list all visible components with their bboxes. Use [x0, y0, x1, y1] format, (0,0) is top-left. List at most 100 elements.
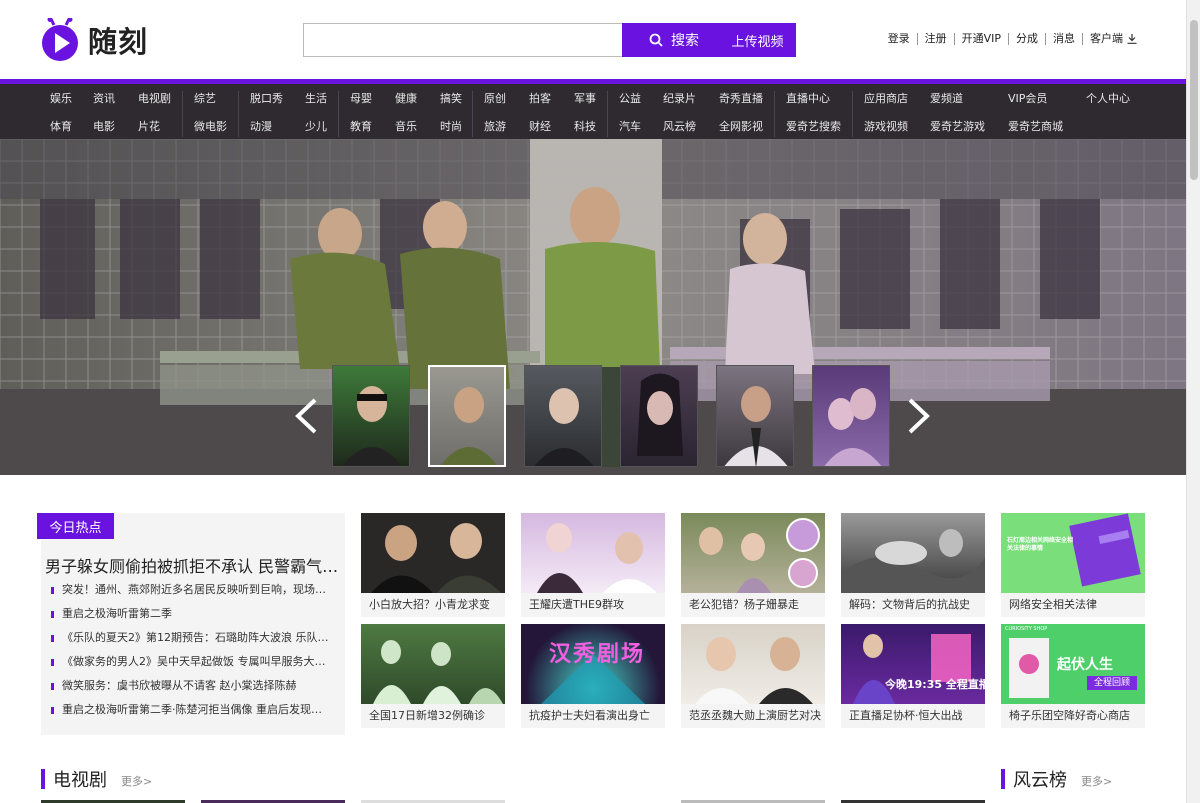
- nav-item[interactable]: 电影: [93, 118, 115, 134]
- nav-item[interactable]: 纪录片: [663, 90, 696, 106]
- video-thumbnail: [521, 513, 665, 593]
- banner-prev-arrow[interactable]: [293, 397, 319, 439]
- video-card[interactable]: 解码：文物背后的抗战史: [841, 513, 985, 617]
- page-scrollbar[interactable]: [1186, 0, 1200, 803]
- video-card[interactable]: 王耀庆遭THE9群攻: [521, 513, 665, 617]
- nav-separator: [607, 91, 608, 137]
- nav-item[interactable]: 拍客: [529, 90, 551, 106]
- nav-item[interactable]: 动漫: [250, 118, 272, 134]
- banner-thumb[interactable]: [524, 365, 602, 467]
- nav-item[interactable]: 电视剧: [138, 90, 171, 106]
- hot-headline[interactable]: 男子躲女厕偷拍被抓拒不承认 民警霸气…: [45, 553, 341, 577]
- nav-item[interactable]: 爱奇艺商城: [1008, 118, 1063, 134]
- nav-item[interactable]: 微电影: [194, 118, 227, 134]
- banner-thumb[interactable]: [716, 365, 794, 467]
- site-logo[interactable]: 随刻: [40, 16, 148, 64]
- card5-art-text: 石灯周边相关网络安全相关法律的事情: [1007, 537, 1074, 552]
- hot-list-item[interactable]: 重启之极海听雷第二季·陈楚河拒当偶像 重启后发现…: [51, 703, 341, 727]
- video-caption: 解码：文物背后的抗战史: [841, 593, 985, 617]
- video-caption: 全国17日新增32例确诊: [361, 704, 505, 728]
- hot-list-item[interactable]: 《做家务的男人2》吴中天早起做饭 专属叫早服务大…: [51, 655, 341, 679]
- nav-item[interactable]: 搞笑: [440, 90, 462, 106]
- nav-separator: [238, 91, 239, 137]
- search-button[interactable]: 搜索: [622, 23, 726, 57]
- nav-item[interactable]: 教育: [350, 118, 372, 134]
- nav-item[interactable]: 公益: [619, 90, 641, 106]
- nav-item[interactable]: VIP会员: [1008, 90, 1047, 106]
- register-link[interactable]: 注册: [916, 33, 954, 45]
- video-card[interactable]: 全国17日新增32例确诊: [361, 624, 505, 728]
- nav-item[interactable]: 爱奇艺搜索: [786, 118, 841, 134]
- banner-thumb-active[interactable]: [428, 365, 506, 467]
- nav-item[interactable]: 母婴: [350, 90, 372, 106]
- hot-list-item[interactable]: 突发！通州、燕郊附近多名居民反映听到巨响，现场…: [51, 583, 341, 607]
- nav-item[interactable]: 音乐: [395, 118, 417, 134]
- video-card[interactable]: 石灯周边相关网络安全相关法律的事情 网络安全相关法律: [1001, 513, 1145, 617]
- nav-item[interactable]: 爱频道: [930, 90, 963, 106]
- video-card[interactable]: 汉秀剧场 抗疫护士夫妇看演出身亡: [521, 624, 665, 728]
- hot-news-panel: 今日热点 男子躲女厕偷拍被抓拒不承认 民警霸气… 突发！通州、燕郊附近多名居民反…: [37, 513, 345, 735]
- nav-item[interactable]: 时尚: [440, 118, 462, 134]
- nav-item[interactable]: 科技: [574, 118, 596, 134]
- video-card[interactable]: 范丞丞魏大勋上演厨艺对决: [681, 624, 825, 728]
- nav-item[interactable]: 旅游: [484, 118, 506, 134]
- video-card[interactable]: 老公犯错？杨子姗暴走: [681, 513, 825, 617]
- nav-item[interactable]: 汽车: [619, 118, 641, 134]
- banner-thumb[interactable]: [812, 365, 890, 467]
- video-thumbnail: 今晚19:35 全程直播: [841, 624, 985, 704]
- nav-item[interactable]: 资讯: [93, 90, 115, 106]
- nav-item[interactable]: 体育: [50, 118, 72, 134]
- nav-item[interactable]: 生活: [305, 90, 327, 106]
- video-thumbnail: [361, 513, 505, 593]
- nav-item[interactable]: 脱口秀: [250, 90, 283, 106]
- nav-item[interactable]: 风云榜: [663, 118, 696, 134]
- nav-item[interactable]: 军事: [574, 90, 596, 106]
- banner-thumb[interactable]: [620, 365, 698, 467]
- nav-item[interactable]: 娱乐: [50, 90, 72, 106]
- video-card[interactable]: 今晚19:35 全程直播 正直播足协杯·恒大出战: [841, 624, 985, 728]
- site-header: 随刻 搜索 上传视频 登录 注册 开通VIP 分成 消息 客户端: [0, 0, 1186, 80]
- nav-item[interactable]: 少儿: [305, 118, 327, 134]
- hero-banner[interactable]: [0, 139, 1186, 475]
- tv-section-title: 电视剧: [53, 770, 107, 791]
- scrollbar-thumb[interactable]: [1190, 20, 1198, 180]
- video-thumbnail: 石灯周边相关网络安全相关法律的事情: [1001, 513, 1145, 593]
- hot-list-item[interactable]: 微笑服务：虞书欣被曝从不请客 赵小棠选择陈赫: [51, 679, 341, 703]
- tv-section-header: 电视剧 更多>: [41, 766, 152, 792]
- login-link[interactable]: 登录: [881, 33, 917, 45]
- nav-item[interactable]: 片花: [138, 118, 160, 134]
- nav-item[interactable]: 直播中心: [786, 90, 830, 106]
- nav-item[interactable]: 奇秀直播: [719, 90, 763, 106]
- nav-item[interactable]: 游戏视频: [864, 118, 908, 134]
- banner-thumb[interactable]: [332, 365, 410, 467]
- messages-link[interactable]: 消息: [1045, 33, 1082, 45]
- search-input[interactable]: [304, 24, 623, 56]
- video-card[interactable]: CURIOSITY SHOP 起伏人生 全程回顾 椅子乐团空降好奇心商店: [1001, 624, 1145, 728]
- client-link[interactable]: 客户端: [1082, 33, 1144, 45]
- nav-item[interactable]: 综艺: [194, 90, 216, 106]
- card7-art-text: 汉秀剧场: [549, 642, 646, 667]
- chevron-left-icon: [295, 398, 317, 434]
- hot-list-item[interactable]: 《乐队的夏天2》第12期预告：石璐助阵大波浪 乐队…: [51, 631, 341, 655]
- banner-next-arrow[interactable]: [906, 397, 932, 439]
- hot-list-item[interactable]: 重启之极海听雷第二季: [51, 607, 341, 631]
- user-links: 登录 注册 开通VIP 分成 消息 客户端: [881, 33, 1144, 45]
- nav-item[interactable]: 应用商店: [864, 90, 908, 106]
- hot-tag: 今日热点: [37, 513, 114, 539]
- share-link[interactable]: 分成: [1008, 33, 1045, 45]
- nav-item[interactable]: 财经: [529, 118, 551, 134]
- card9-art-text: 今晚19:35 全程直播: [885, 678, 985, 691]
- tv-more-link[interactable]: 更多>: [121, 773, 152, 789]
- upload-video-button[interactable]: 上传视频: [719, 23, 796, 57]
- video-caption: 抗疫护士夫妇看演出身亡: [521, 704, 665, 728]
- video-caption: 范丞丞魏大勋上演厨艺对决: [681, 704, 825, 728]
- nav-item[interactable]: 爱奇艺游戏: [930, 118, 985, 134]
- nav-item[interactable]: 健康: [395, 90, 417, 106]
- nav-item[interactable]: 全网影视: [719, 118, 763, 134]
- nav-item[interactable]: 个人中心: [1086, 90, 1130, 106]
- nav-item[interactable]: 原创: [484, 90, 506, 106]
- vip-link[interactable]: 开通VIP: [953, 33, 1008, 45]
- video-card[interactable]: 小白放大招？小青龙求变: [361, 513, 505, 617]
- rank-more-link[interactable]: 更多>: [1081, 773, 1112, 789]
- nav-separator: [774, 91, 775, 137]
